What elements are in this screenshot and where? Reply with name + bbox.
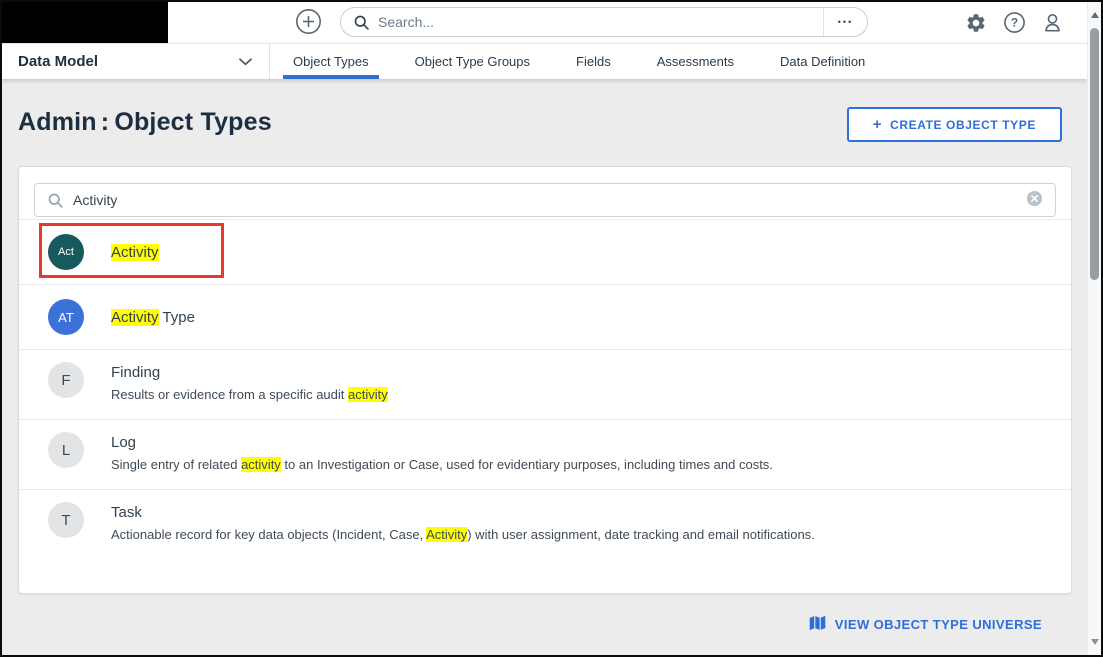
result-description: Single entry of related activity to an I… <box>111 457 773 473</box>
plus-circle-icon <box>295 8 322 38</box>
account-button[interactable] <box>1039 11 1065 37</box>
module-dropdown[interactable]: Data Model <box>2 44 270 79</box>
help-icon: ? <box>1003 11 1026 37</box>
tab-fields[interactable]: Fields <box>553 44 634 79</box>
module-dropdown-label: Data Model <box>18 53 98 70</box>
tab-label: Object Types <box>293 54 369 69</box>
result-title: Finding <box>111 363 388 382</box>
object-type-avatar: T <box>48 502 84 538</box>
scroll-down-arrow[interactable] <box>1091 639 1099 645</box>
text: Actionable record for key data objects (… <box>111 527 426 542</box>
tab-object-types[interactable]: Object Types <box>270 44 392 79</box>
page-title-separator: : <box>97 108 115 136</box>
highlighted-text: activity <box>348 387 388 402</box>
user-icon <box>1041 11 1064 37</box>
result-title: Task <box>111 503 815 522</box>
app-window: ••• ? Data Model Object TypesObject <box>0 0 1103 657</box>
chevron-down-icon <box>239 58 252 66</box>
page-title-section: Admin <box>18 108 97 136</box>
result-texts: Log Single entry of related activity to a… <box>111 432 773 473</box>
tab-label: Assessments <box>657 54 734 69</box>
global-search-input[interactable] <box>378 14 823 30</box>
result-description: Actionable record for key data objects (… <box>111 527 815 543</box>
add-button[interactable] <box>295 9 322 36</box>
highlighted-text: Activity <box>111 309 159 326</box>
highlighted-text: activity <box>241 457 281 472</box>
settings-button[interactable] <box>963 11 989 37</box>
tab-label: Object Type Groups <box>415 54 530 69</box>
result-title: Activity <box>111 243 159 262</box>
highlighted-text: Activity <box>426 527 467 542</box>
result-description: Results or evidence from a specific audi… <box>111 387 388 403</box>
svg-text:?: ? <box>1010 16 1017 30</box>
result-texts: Task Actionable record for key data objec… <box>111 502 815 543</box>
top-bar: ••• ? <box>2 2 1087 43</box>
page-title-name: Object Types <box>114 108 272 136</box>
create-object-type-button[interactable]: + CREATE OBJECT TYPE <box>847 107 1062 142</box>
result-title: Log <box>111 433 773 452</box>
map-icon <box>809 615 826 634</box>
object-type-avatar: Act <box>48 234 84 270</box>
result-row[interactable]: Act Activity <box>19 219 1071 284</box>
text: Log <box>111 434 136 451</box>
object-types-panel: Act Activity AT Activity Type F Finding Result… <box>18 166 1072 594</box>
object-type-search-input[interactable] <box>73 192 1026 208</box>
search-icon <box>47 192 64 209</box>
scrollbar[interactable] <box>1087 2 1101 655</box>
page-title: Admin:Object Types <box>18 108 272 137</box>
view-object-type-universe-label: VIEW OBJECT TYPE UNIVERSE <box>835 617 1042 632</box>
plus-icon: + <box>873 116 882 133</box>
text: Type <box>159 309 195 326</box>
global-search: ••• <box>340 7 868 37</box>
result-row[interactable]: F Finding Results or evidence from a speci… <box>19 349 1071 419</box>
active-tab-underline <box>283 75 379 79</box>
object-type-avatar: AT <box>48 299 84 335</box>
tab-assessments[interactable]: Assessments <box>634 44 757 79</box>
highlighted-text: Activity <box>111 244 159 261</box>
result-texts: Finding Results or evidence from a specif… <box>111 362 388 403</box>
tab-data-definition[interactable]: Data Definition <box>757 44 888 79</box>
logo-area-redacted <box>2 2 168 43</box>
result-row[interactable]: L Log Single entry of related activity to … <box>19 419 1071 489</box>
result-title: Activity Type <box>111 308 195 327</box>
search-icon <box>353 14 370 31</box>
nav-bar: Data Model Object Types Object Type Group… <box>2 43 1087 79</box>
help-button[interactable]: ? <box>1001 11 1027 37</box>
result-list: Act Activity AT Activity Type F Finding Result… <box>19 219 1071 559</box>
result-texts: Activity Type <box>111 308 195 327</box>
search-options-button[interactable]: ••• <box>823 8 867 36</box>
text: ) with user assignment, date tracking an… <box>467 527 815 542</box>
clear-search-button[interactable] <box>1026 190 1043 210</box>
scrollbar-thumb[interactable] <box>1090 28 1099 280</box>
text: Task <box>111 504 142 521</box>
result-row[interactable]: AT Activity Type <box>19 284 1071 349</box>
text: Finding <box>111 364 160 381</box>
tab-label: Fields <box>576 54 611 69</box>
result-texts: Activity <box>111 243 159 262</box>
tab-list: Object Types Object Type Groups Fields Asse… <box>270 44 1087 79</box>
x-circle-icon <box>1026 190 1043 210</box>
object-type-search <box>34 183 1056 217</box>
page-content: Admin:Object Types + CREATE OBJECT TYPE … <box>2 79 1087 655</box>
text: Single entry of related <box>111 457 241 472</box>
tab-object-type-groups[interactable]: Object Type Groups <box>392 44 553 79</box>
scroll-up-arrow[interactable] <box>1091 12 1099 18</box>
more-dots-icon: ••• <box>838 17 853 27</box>
gear-icon <box>965 12 987 37</box>
object-type-avatar: L <box>48 432 84 468</box>
object-type-avatar: F <box>48 362 84 398</box>
text: to an Investigation or Case, used for ev… <box>281 457 773 472</box>
tab-label: Data Definition <box>780 54 865 69</box>
create-object-type-label: CREATE OBJECT TYPE <box>890 118 1036 132</box>
text: Results or evidence from a specific audi… <box>111 387 348 402</box>
view-object-type-universe-link[interactable]: VIEW OBJECT TYPE UNIVERSE <box>809 615 1042 634</box>
result-row[interactable]: T Task Actionable record for key data obje… <box>19 489 1071 559</box>
